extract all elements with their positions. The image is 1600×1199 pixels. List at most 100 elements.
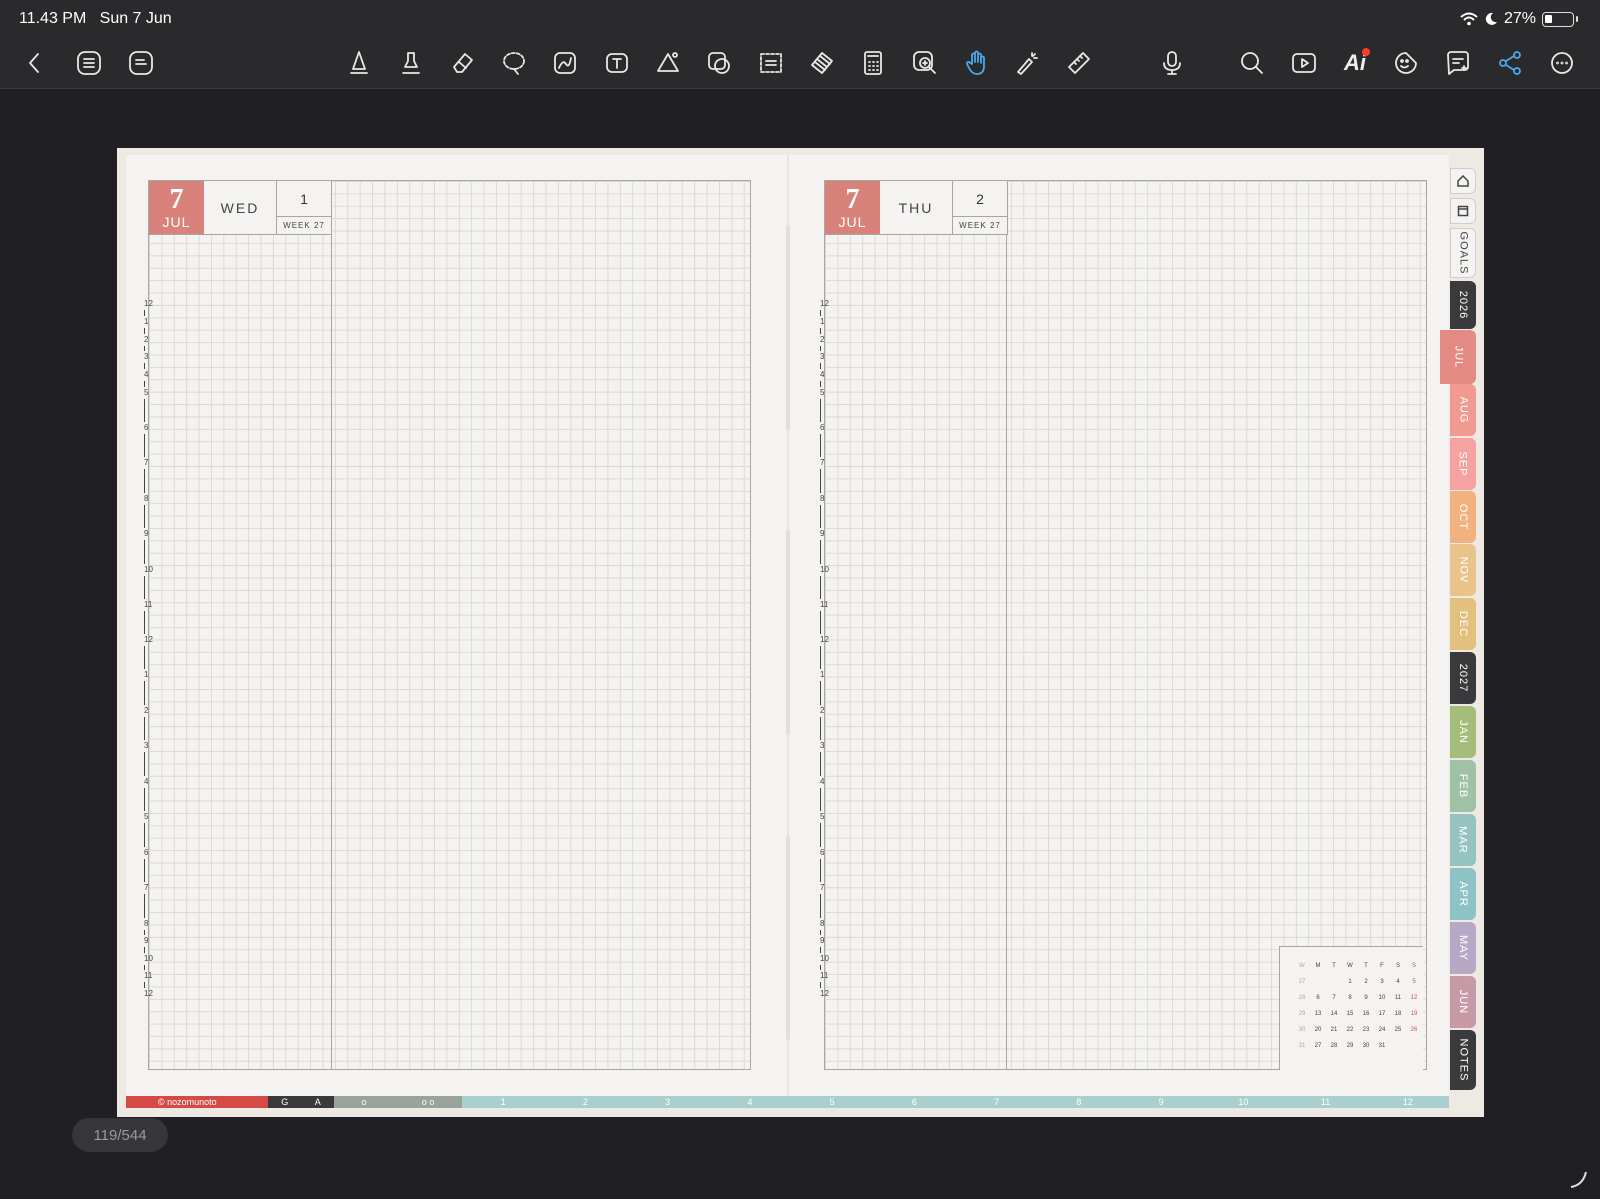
sticker-icon[interactable]: [1389, 46, 1423, 80]
comment-icon[interactable]: [1441, 46, 1475, 80]
lasso-icon[interactable]: [497, 46, 531, 80]
calendar-day[interactable]: 2: [1358, 979, 1374, 985]
week-number[interactable]: 30: [1294, 1027, 1310, 1033]
calendar-day[interactable]: 3: [1374, 979, 1390, 985]
tab-jul[interactable]: JUL: [1440, 330, 1476, 384]
tape-icon[interactable]: [805, 46, 839, 80]
calendar-day[interactable]: 15: [1342, 1011, 1358, 1017]
back-icon[interactable]: [18, 46, 52, 80]
highlighter-icon[interactable]: [394, 46, 428, 80]
calendar-day[interactable]: 25: [1390, 1027, 1406, 1033]
tab-sep[interactable]: SEP: [1450, 438, 1476, 490]
search-icon[interactable]: [1235, 46, 1269, 80]
index-number[interactable]: 8: [1038, 1097, 1120, 1107]
index-number[interactable]: 1: [462, 1097, 544, 1107]
calendar-day[interactable]: 7: [1326, 995, 1342, 1001]
tab-may[interactable]: MAY: [1450, 922, 1476, 974]
week-number[interactable]: 31: [1294, 1043, 1310, 1049]
index-number[interactable]: 4: [709, 1097, 791, 1107]
ruler-icon[interactable]: [1062, 46, 1096, 80]
laser-pointer-icon[interactable]: [1010, 46, 1044, 80]
index-number[interactable]: 9: [1120, 1097, 1202, 1107]
tab-feb[interactable]: FEB: [1450, 760, 1476, 812]
elements-icon[interactable]: [702, 46, 736, 80]
selection-icon[interactable]: [754, 46, 788, 80]
calendar-day[interactable]: 16: [1358, 1011, 1374, 1017]
calendar-day[interactable]: 17: [1374, 1011, 1390, 1017]
index-number[interactable]: 6: [873, 1097, 955, 1107]
tab-mar[interactable]: MAR: [1450, 814, 1476, 866]
tab-dec[interactable]: DEC: [1450, 598, 1476, 650]
tab-oct[interactable]: OCT: [1450, 491, 1476, 543]
tab-notes[interactable]: NOTES: [1450, 1030, 1476, 1090]
calendar-day[interactable]: 8: [1342, 995, 1358, 1001]
calendar-day[interactable]: 26: [1406, 1027, 1422, 1033]
index-letter[interactable]: A: [315, 1097, 321, 1107]
index-number[interactable]: 11: [1285, 1097, 1367, 1107]
presentation-icon[interactable]: [1287, 46, 1321, 80]
home-icon[interactable]: [1450, 168, 1476, 194]
calendar-day[interactable]: 30: [1358, 1043, 1374, 1049]
more-icon[interactable]: [1545, 46, 1579, 80]
index-letter[interactable]: G: [281, 1097, 288, 1107]
calendar-day[interactable]: 6: [1310, 995, 1326, 1001]
calendar-day[interactable]: 23: [1358, 1027, 1374, 1033]
outline-list-icon[interactable]: [72, 46, 106, 80]
tab-2027[interactable]: 2027: [1450, 652, 1476, 704]
zoom-window-icon[interactable]: [908, 46, 942, 80]
microphone-icon[interactable]: [1155, 46, 1189, 80]
index-number[interactable]: 10: [1202, 1097, 1284, 1107]
calculator-icon[interactable]: [856, 46, 890, 80]
index-circle[interactable]: o: [362, 1097, 367, 1107]
calendar-day[interactable]: 31: [1374, 1043, 1390, 1049]
ai-icon[interactable]: Ai: [1338, 46, 1372, 80]
left-page-grid[interactable]: [148, 180, 751, 1070]
index-number[interactable]: 12: [1367, 1097, 1449, 1107]
index-number[interactable]: 2: [544, 1097, 626, 1107]
calendar-day[interactable]: 27: [1310, 1043, 1326, 1049]
week-number[interactable]: 28: [1294, 995, 1310, 1001]
calendar-day[interactable]: 9: [1358, 995, 1374, 1001]
right-page-grid[interactable]: [824, 180, 1427, 1070]
share-icon[interactable]: [1493, 46, 1527, 80]
eraser-icon[interactable]: [446, 46, 480, 80]
index-number[interactable]: 5: [791, 1097, 873, 1107]
calendar-day[interactable]: 22: [1342, 1027, 1358, 1033]
image-icon[interactable]: [548, 46, 582, 80]
calendar-day[interactable]: 18: [1390, 1011, 1406, 1017]
tab-apr[interactable]: APR: [1450, 868, 1476, 920]
edit-corner-icon[interactable]: [1568, 1169, 1588, 1189]
calendar-day[interactable]: 10: [1374, 995, 1390, 1001]
index-icon[interactable]: [1450, 198, 1476, 224]
text-icon[interactable]: [600, 46, 634, 80]
calendar-day[interactable]: 11: [1390, 995, 1406, 1001]
calendar-day[interactable]: 24: [1374, 1027, 1390, 1033]
calendar-day[interactable]: 19: [1406, 1011, 1422, 1017]
shapes-icon[interactable]: [651, 46, 685, 80]
page-list-icon[interactable]: [124, 46, 158, 80]
mini-calendar[interactable]: W M T W T F S S 27 1 2 3 4 5 28 6 7 8 9 10 11 12 29 13 14 15 16 17 1…: [1279, 946, 1423, 1070]
calendar-day[interactable]: 29: [1342, 1043, 1358, 1049]
pen-icon[interactable]: [342, 46, 376, 80]
index-number[interactable]: 3: [627, 1097, 709, 1107]
calendar-day[interactable]: 28: [1326, 1043, 1342, 1049]
calendar-day[interactable]: 21: [1326, 1027, 1342, 1033]
calendar-day[interactable]: 1: [1342, 979, 1358, 985]
tab-nov[interactable]: NOV: [1450, 544, 1476, 596]
hand-icon[interactable]: [959, 46, 993, 80]
calendar-day[interactable]: 4: [1390, 979, 1406, 985]
tab-goals[interactable]: GOALS: [1450, 228, 1476, 278]
index-number[interactable]: 7: [956, 1097, 1038, 1107]
tab-jan[interactable]: JAN: [1450, 706, 1476, 758]
week-number[interactable]: 27: [1294, 979, 1310, 985]
calendar-day[interactable]: 12: [1406, 995, 1422, 1001]
index-circle[interactable]: o o: [422, 1097, 435, 1107]
page-indicator[interactable]: 119/544: [72, 1118, 168, 1152]
calendar-day[interactable]: 13: [1310, 1011, 1326, 1017]
tab-aug[interactable]: AUG: [1450, 384, 1476, 436]
calendar-day[interactable]: 5: [1406, 979, 1422, 985]
week-number[interactable]: 29: [1294, 1011, 1310, 1017]
calendar-day[interactable]: 20: [1310, 1027, 1326, 1033]
tab-2026[interactable]: 2026: [1450, 281, 1476, 329]
calendar-day[interactable]: 14: [1326, 1011, 1342, 1017]
